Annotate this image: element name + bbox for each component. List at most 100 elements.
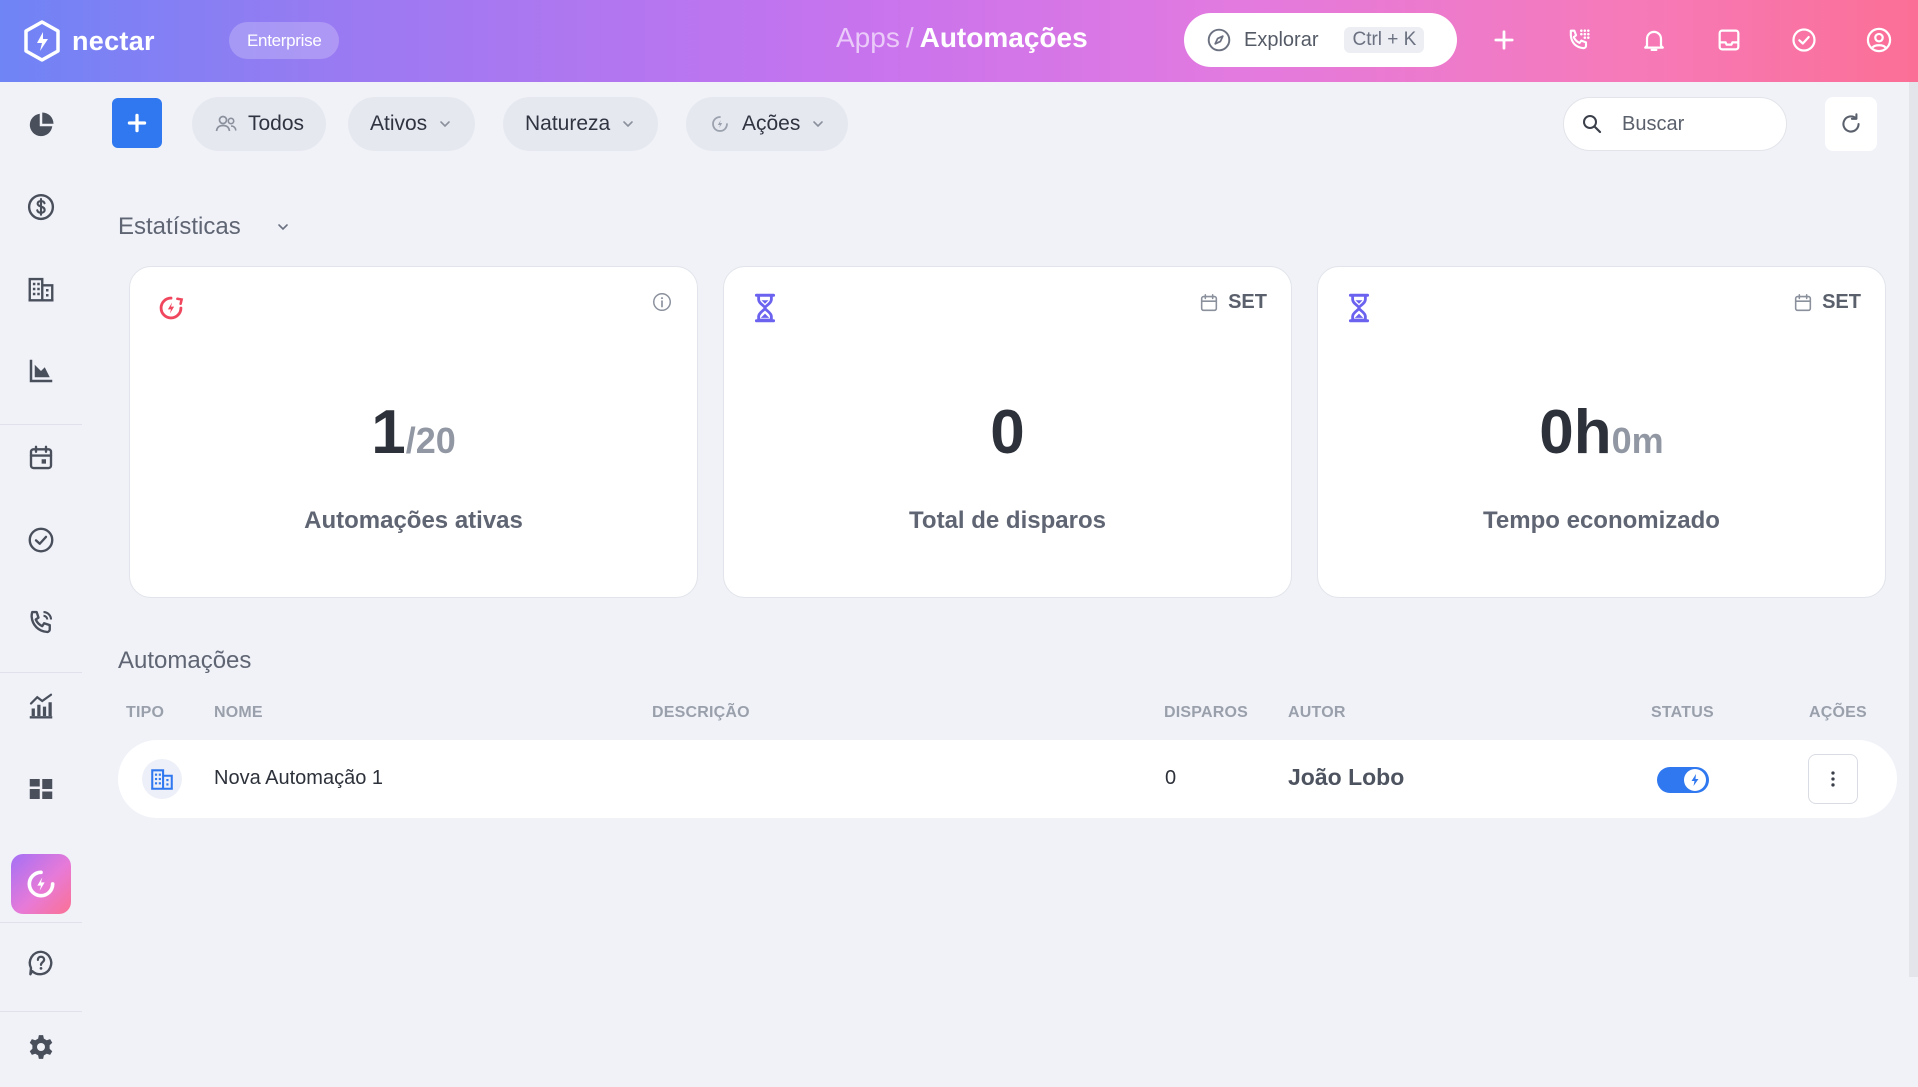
stat-suffix: /20 — [405, 420, 456, 461]
automation-triggers: 0 — [1165, 767, 1177, 789]
period-selector[interactable]: SET — [1198, 291, 1267, 314]
users-icon — [215, 115, 237, 132]
breadcrumb-current: Automações — [919, 22, 1088, 53]
column-header-status[interactable]: STATUS — [1651, 704, 1714, 722]
stat-value: 0h0m — [1318, 397, 1885, 468]
info-button[interactable] — [651, 291, 673, 313]
automation-icon — [712, 116, 728, 132]
automation-name[interactable]: Nova Automação 1 — [214, 767, 383, 790]
sidebar-item-reports[interactable] — [22, 687, 60, 725]
add-automation-button[interactable] — [112, 98, 162, 148]
pie-chart-icon — [29, 112, 54, 137]
stat-value: 0 — [724, 397, 1291, 468]
phone-dialpad-icon — [1569, 29, 1590, 50]
sidebar-divider — [0, 424, 82, 425]
more-vertical-icon — [1831, 771, 1835, 787]
column-header-nome[interactable]: NOME — [214, 704, 263, 722]
check-circle-icon — [28, 527, 54, 553]
period-selector[interactable]: SET — [1792, 291, 1861, 314]
stat-label: Tempo economizado — [1483, 507, 1720, 534]
sidebar-item-settings[interactable] — [22, 1028, 60, 1066]
building-icon — [28, 277, 54, 302]
sidebar-item-calendar[interactable] — [22, 439, 60, 477]
funnel-chart-icon — [29, 359, 53, 383]
filter-acoes[interactable]: Ações — [686, 97, 849, 151]
sidebar — [0, 82, 82, 1087]
explore-button[interactable]: Explorar Ctrl + K — [1184, 13, 1457, 67]
calendar-icon — [29, 445, 53, 470]
sidebar-divider — [0, 672, 82, 673]
sidebar-item-companies[interactable] — [22, 270, 60, 308]
stat-card-total-triggers: SET 0 Total de disparos — [723, 266, 1292, 598]
tasks-button[interactable] — [1788, 22, 1820, 58]
column-header-descricao[interactable]: DESCRIÇÃO — [652, 704, 750, 722]
lightning-icon — [1691, 774, 1699, 786]
filter-ativos[interactable]: Ativos — [348, 97, 476, 151]
breadcrumb-apps[interactable]: Apps — [836, 22, 900, 54]
column-header-disparos[interactable]: DISPAROS — [1164, 704, 1248, 722]
inbox-icon — [1718, 29, 1740, 51]
bar-chart-icon — [29, 693, 53, 719]
status-toggle[interactable] — [1657, 767, 1709, 793]
breadcrumb: Apps / Automações — [836, 22, 1088, 54]
nectar-logo-icon — [24, 20, 60, 62]
scrollbar[interactable] — [1909, 82, 1918, 977]
stats-title: Estatísticas — [118, 213, 241, 240]
sidebar-item-help[interactable] — [22, 944, 60, 982]
inbox-button[interactable] — [1713, 22, 1745, 58]
brand-name: nectar — [72, 25, 155, 56]
chevron-down-icon — [813, 121, 824, 128]
stat-main-value: 0h — [1539, 398, 1612, 467]
automation-icon — [159, 296, 184, 320]
search-box[interactable] — [1563, 97, 1787, 151]
refresh-icon — [1842, 113, 1860, 133]
stats-section-toggle[interactable]: Estatísticas — [118, 213, 291, 241]
column-header-autor[interactable]: AUTOR — [1288, 704, 1346, 722]
phone-dialpad-button[interactable] — [1563, 22, 1595, 58]
app-logo[interactable]: nectar — [22, 20, 155, 62]
sidebar-item-calls[interactable] — [22, 603, 60, 641]
phone-icon — [30, 610, 53, 634]
filter-acoes-label: Ações — [742, 112, 801, 135]
sidebar-item-dashboard[interactable] — [22, 106, 60, 144]
automations-title-label: Automações — [118, 647, 252, 674]
column-header-tipo[interactable]: TIPO — [126, 704, 164, 722]
toggle-knob — [1684, 769, 1706, 791]
building-icon — [151, 769, 173, 790]
filter-natureza-label: Natureza — [525, 112, 611, 135]
top-actions — [1488, 22, 1895, 58]
stat-suffix: 0m — [1611, 420, 1664, 461]
sidebar-item-finance[interactable] — [22, 188, 60, 226]
period-label: SET — [1822, 291, 1861, 313]
column-header-acoes: AÇÕES — [1809, 704, 1867, 721]
info-icon — [653, 293, 671, 311]
sidebar-item-pipeline[interactable] — [22, 352, 60, 390]
chevron-down-icon — [277, 224, 288, 231]
hourglass-icon — [1348, 293, 1370, 323]
chevron-down-icon — [440, 121, 450, 128]
dollar-icon — [27, 193, 55, 221]
refresh-button[interactable] — [1825, 97, 1877, 151]
calendar-icon — [1794, 293, 1812, 311]
sidebar-item-automations[interactable] — [11, 854, 71, 914]
stat-main-value: 1 — [371, 398, 406, 467]
row-actions-button[interactable] — [1808, 754, 1858, 804]
bell-icon — [1644, 30, 1664, 52]
automation-type — [142, 759, 182, 799]
filter-natureza[interactable]: Natureza — [503, 97, 659, 151]
hourglass-icon — [754, 293, 776, 323]
search-input[interactable] — [1622, 112, 1762, 136]
profile-button[interactable] — [1863, 22, 1895, 58]
filter-todos[interactable]: Todos — [192, 97, 327, 151]
stat-label: Automações ativas — [304, 507, 523, 534]
sidebar-item-widgets[interactable] — [22, 770, 60, 808]
sidebar-item-tasks[interactable] — [22, 521, 60, 559]
notifications-button[interactable] — [1638, 22, 1670, 58]
quick-add-button[interactable] — [1488, 22, 1520, 58]
stat-card-active-automations: 1/20 Automações ativas — [129, 266, 698, 598]
automations-title: Automações — [118, 647, 251, 675]
compass-icon — [1207, 28, 1231, 52]
top-bar: nectar Enterprise Apps / Automações Expl… — [0, 0, 1918, 82]
table-row[interactable]: Nova Automação 1 0 João Lobo — [118, 740, 1897, 818]
breadcrumb-separator: / — [905, 22, 914, 53]
